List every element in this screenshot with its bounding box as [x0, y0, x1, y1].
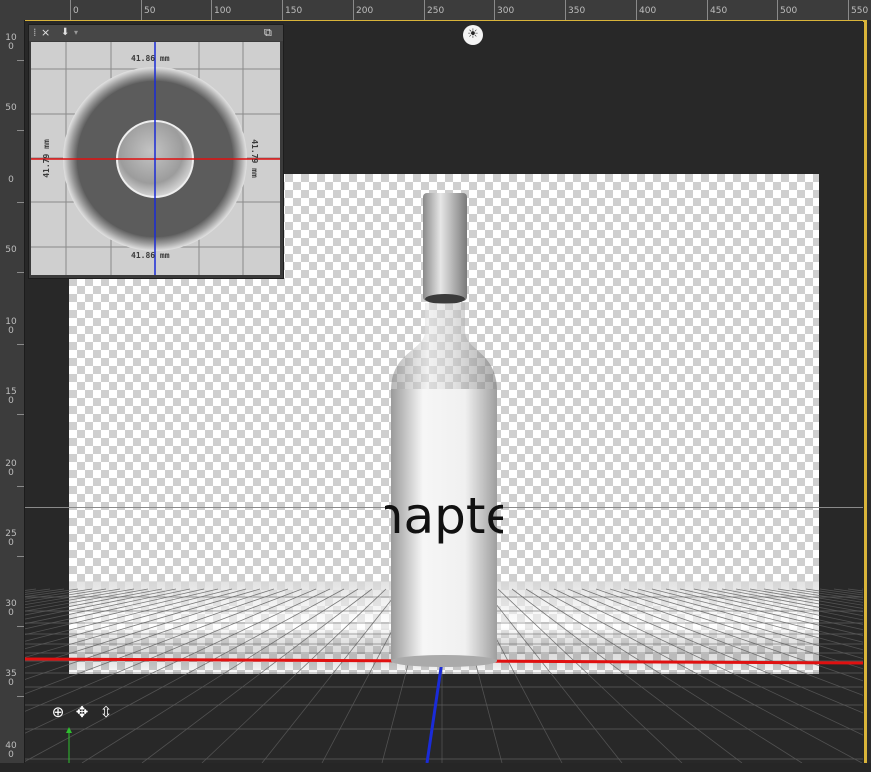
ruler-label: 0	[73, 6, 79, 16]
dimension-top: 41.86 mm	[131, 54, 170, 63]
navigation-tools: ⊕ ✥ ⇳	[49, 703, 115, 721]
ruler-label: 550	[851, 6, 869, 16]
ruler-label: 350	[5, 669, 17, 688]
drag-handle-icon[interactable]: ⁞	[33, 25, 37, 41]
axis-gizmo	[66, 727, 72, 763]
bottle-label-text: hapte	[385, 487, 503, 545]
chevron-down-icon[interactable]: ▾	[74, 25, 78, 41]
wine-bottle-model[interactable]: hapte	[385, 191, 503, 671]
dimension-right: 41.79 mm	[249, 139, 259, 178]
ruler-label: 300	[5, 599, 17, 618]
orbit-icon[interactable]: ⊕	[49, 703, 67, 721]
ruler-label: 300	[497, 6, 515, 16]
panel-header: ⁞ × ⬇ ▾ ⧉	[29, 25, 283, 41]
ruler-label: 200	[5, 459, 17, 478]
ruler-label: 50	[144, 6, 156, 16]
sun-icon[interactable]: ☀	[463, 25, 483, 45]
vertical-ruler[interactable]: 100 50 0 50 100 150 200 250 300 350 400	[0, 20, 25, 763]
ruler-label: 450	[710, 6, 728, 16]
ruler-label: 200	[356, 6, 374, 16]
ruler-label: 50	[5, 103, 17, 113]
ruler-label: 100	[5, 317, 17, 336]
pan-icon[interactable]: ✥	[73, 703, 91, 721]
ruler-label: 350	[568, 6, 586, 16]
dolly-icon[interactable]: ⇳	[97, 703, 115, 721]
ruler-label: 100	[5, 33, 17, 52]
download-icon[interactable]: ⬇	[61, 25, 69, 41]
ruler-label: 400	[639, 6, 657, 16]
scrollbar-strip[interactable]	[867, 20, 871, 763]
top-view-render	[31, 42, 280, 275]
ruler-label: 0	[8, 175, 14, 185]
ruler-label: 150	[5, 387, 17, 406]
ruler-label: 400	[5, 741, 17, 760]
secondary-view-panel[interactable]: ⁞ × ⬇ ▾ ⧉ 41.86 mm 41.86 mm 41.79 mm 41.…	[28, 24, 284, 279]
dimension-bottom: 41.86 mm	[131, 251, 170, 260]
horizontal-ruler[interactable]: 0 50 100 150 200 250 300 350 400 450 500…	[0, 0, 871, 21]
ruler-label: 150	[285, 6, 303, 16]
ruler-label: 250	[427, 6, 445, 16]
expand-icon[interactable]: ⧉	[264, 25, 272, 41]
close-button[interactable]: ×	[41, 25, 50, 41]
ruler-label: 100	[214, 6, 232, 16]
ruler-label: 250	[5, 529, 17, 548]
top-view-viewport[interactable]: 41.86 mm 41.86 mm 41.79 mm 41.79 mm	[31, 42, 280, 275]
ruler-label: 50	[5, 245, 17, 255]
dimension-left: 41.79 mm	[41, 139, 51, 178]
ruler-label: 500	[780, 6, 798, 16]
